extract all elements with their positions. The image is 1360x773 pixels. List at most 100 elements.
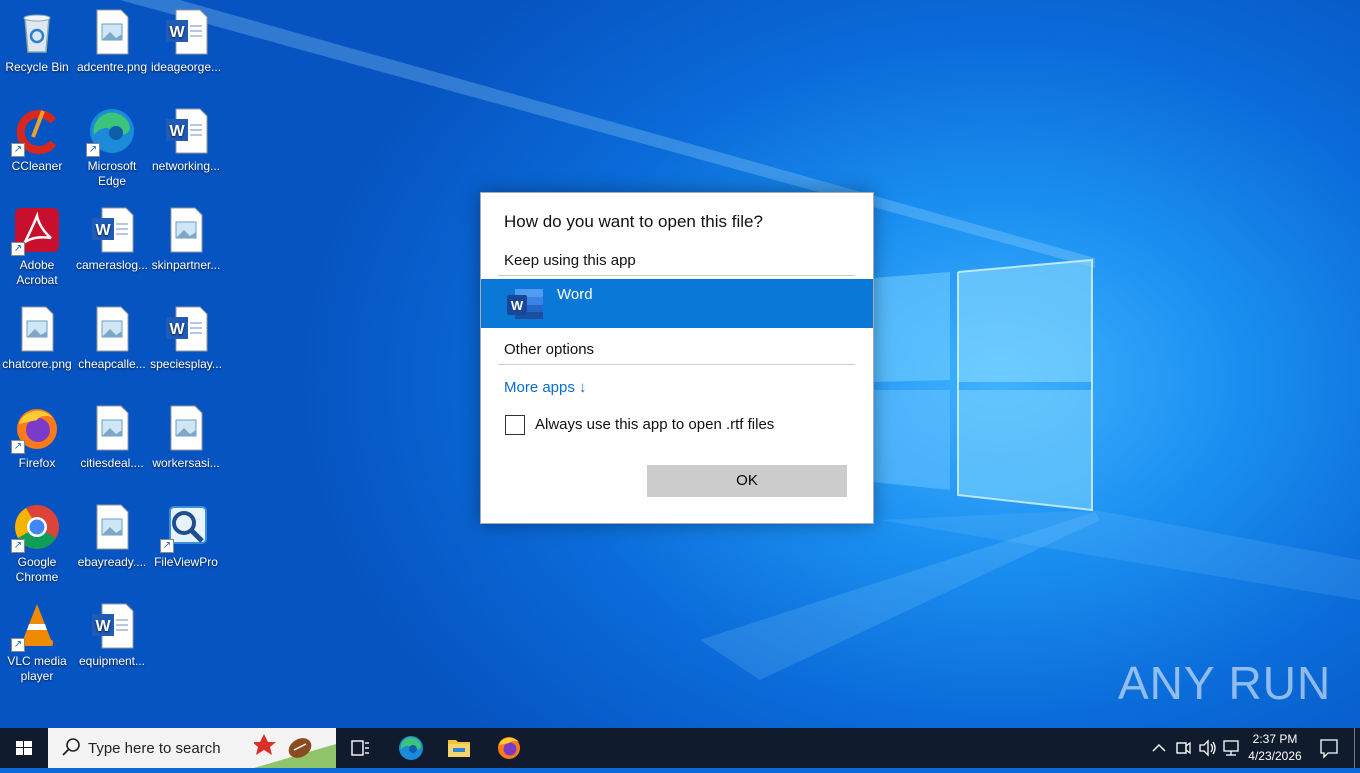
- show-hidden-icons-button[interactable]: [1148, 728, 1170, 768]
- word-document-icon: W: [162, 107, 210, 155]
- image-file-icon: [162, 404, 210, 452]
- desktop-icon-label: skinpartner...: [151, 258, 221, 272]
- start-button[interactable]: [0, 728, 48, 768]
- shortcut-arrow-icon: ↗: [11, 440, 25, 454]
- always-use-checkbox[interactable]: [505, 415, 525, 435]
- desktop-icon-label: Firefox: [18, 456, 56, 470]
- desktop-icon-vlc[interactable]: ↗ VLC media player: [0, 602, 74, 684]
- webcam-icon: [1176, 741, 1191, 755]
- desktop-icon-recycle-bin[interactable]: Recycle Bin: [0, 8, 74, 75]
- desktop-icon-workersasi[interactable]: workersasi...: [149, 404, 223, 471]
- desktop-icon-label: networking...: [151, 159, 221, 173]
- app-option-label: Word: [557, 286, 593, 303]
- taskbar-search-box[interactable]: Type here to search: [48, 728, 336, 768]
- tray-volume-button[interactable]: [1196, 728, 1218, 768]
- vlc-icon: ↗: [11, 602, 61, 652]
- desktop-icon-equipment[interactable]: W equipment...: [75, 602, 149, 669]
- image-file-icon: [13, 305, 61, 353]
- ccleaner-icon: ↗: [11, 107, 61, 157]
- image-file-icon: [88, 404, 136, 452]
- desktop-icon-edge[interactable]: ↗ Microsoft Edge: [75, 107, 149, 189]
- desktop-icon-networking[interactable]: W networking...: [149, 107, 223, 174]
- shortcut-arrow-icon: ↗: [160, 539, 174, 553]
- clock-date: 4/23/2026: [1248, 749, 1302, 763]
- desktop-icon-ccleaner[interactable]: ↗ CCleaner: [0, 107, 74, 174]
- search-placeholder: Type here to search: [88, 740, 221, 757]
- divider: [498, 275, 855, 276]
- word-document-icon: W: [162, 305, 210, 353]
- image-file-icon: [88, 503, 136, 551]
- firefox-icon: [498, 737, 520, 759]
- desktop-icon-cameraslog[interactable]: W cameraslog...: [75, 206, 149, 273]
- ok-button[interactable]: OK: [647, 465, 847, 497]
- desktop-icon-adcentre[interactable]: adcentre.png: [75, 8, 149, 75]
- desktop-icon-label: chatcore.png: [2, 357, 72, 371]
- desktop-icon-ebayready[interactable]: ebayready....: [75, 503, 149, 570]
- image-file-icon: [88, 8, 136, 56]
- search-highlight-icon: [254, 734, 336, 768]
- desktop-icon-label: ideageorge...: [150, 60, 222, 74]
- taskbar-firefox-button[interactable]: [485, 728, 533, 768]
- word-document-icon: W: [162, 8, 210, 56]
- desktop-icon-label: Google Chrome: [15, 555, 59, 584]
- desktop-icon-label: cheapcalle...: [78, 357, 146, 371]
- fileviewpro-icon: ↗: [160, 503, 210, 553]
- task-view-button[interactable]: [336, 728, 384, 768]
- edge-icon: [399, 736, 423, 760]
- clock-time: 2:37 PM: [1252, 732, 1298, 746]
- taskbar-edge-button[interactable]: [387, 728, 435, 768]
- taskbar-clock[interactable]: 2:37 PM 4/23/2026: [1240, 731, 1310, 765]
- desktop-icon-chatcore[interactable]: chatcore.png: [0, 305, 74, 372]
- svg-text:W: W: [169, 321, 185, 338]
- app-option-word[interactable]: W Word: [481, 279, 873, 328]
- divider: [498, 364, 855, 365]
- desktop-icon-ideageorge[interactable]: W ideageorge...: [149, 8, 223, 75]
- desktop-icon-cheapcaller[interactable]: cheapcalle...: [75, 305, 149, 372]
- notification-icon: [1320, 739, 1338, 759]
- svg-text:W: W: [95, 618, 111, 635]
- word-document-icon: W: [88, 602, 136, 650]
- tray-network-button[interactable]: [1220, 728, 1242, 768]
- desktop-icon-skinpartner[interactable]: skinpartner...: [149, 206, 223, 273]
- desktop-icon-label: ebayready....: [77, 555, 147, 569]
- shortcut-arrow-icon: ↗: [11, 638, 25, 652]
- desktop-icon-label: workersasi...: [152, 456, 220, 470]
- desktop-icon-label: Microsoft Edge: [87, 159, 137, 188]
- desktop-icon-label: speciesplay...: [150, 357, 222, 371]
- taskbar-file-explorer-button[interactable]: [435, 728, 483, 768]
- desktop-icon-fileviewpro[interactable]: ↗ FileViewPro: [149, 503, 223, 570]
- desktop-icon-label: equipment...: [78, 654, 146, 668]
- svg-text:W: W: [95, 222, 111, 239]
- edge-icon: ↗: [86, 107, 136, 157]
- taskbar: Type here to search 2:37 PM 4/23/2026: [0, 728, 1360, 768]
- more-apps-link[interactable]: More apps ↓: [504, 379, 587, 396]
- shortcut-arrow-icon: ↗: [11, 143, 25, 157]
- desktop-icon-label: CCleaner: [11, 159, 63, 173]
- action-center-button[interactable]: [1316, 728, 1342, 768]
- dialog-title: How do you want to open this file?: [504, 212, 763, 231]
- show-desktop-button[interactable]: [1354, 728, 1360, 768]
- acrobat-icon: ↗: [11, 206, 61, 256]
- desktop-icon-firefox[interactable]: ↗ Firefox: [0, 404, 74, 471]
- search-icon: [62, 738, 80, 756]
- always-use-label: Always use this app to open .rtf files: [535, 416, 775, 433]
- chrome-icon: ↗: [11, 503, 61, 553]
- keep-using-label: Keep using this app: [504, 252, 636, 269]
- shortcut-arrow-icon: ↗: [11, 539, 25, 553]
- desktop-icon-label: adcentre.png: [76, 60, 148, 74]
- tray-meet-button[interactable]: [1172, 728, 1194, 768]
- anyrun-watermark: ANY RUN: [1118, 657, 1332, 709]
- svg-text:W: W: [511, 298, 524, 313]
- desktop-icon-citiesdeal[interactable]: citiesdeal....: [75, 404, 149, 471]
- speaker-icon: [1199, 739, 1216, 757]
- image-file-icon: [88, 305, 136, 353]
- desktop-icon-chrome[interactable]: ↗ Google Chrome: [0, 503, 74, 585]
- other-options-label: Other options: [504, 341, 595, 358]
- windows-start-icon: [16, 741, 32, 755]
- desktop-icon-acrobat[interactable]: ↗ Adobe Acrobat: [0, 206, 74, 288]
- desktop-icon-label: Adobe Acrobat: [16, 258, 58, 287]
- desktop-icon-speciesplay[interactable]: W speciesplay...: [149, 305, 223, 372]
- shortcut-arrow-icon: ↗: [11, 242, 25, 256]
- desktop-icon-label: citiesdeal....: [80, 456, 144, 470]
- svg-text:W: W: [169, 24, 185, 41]
